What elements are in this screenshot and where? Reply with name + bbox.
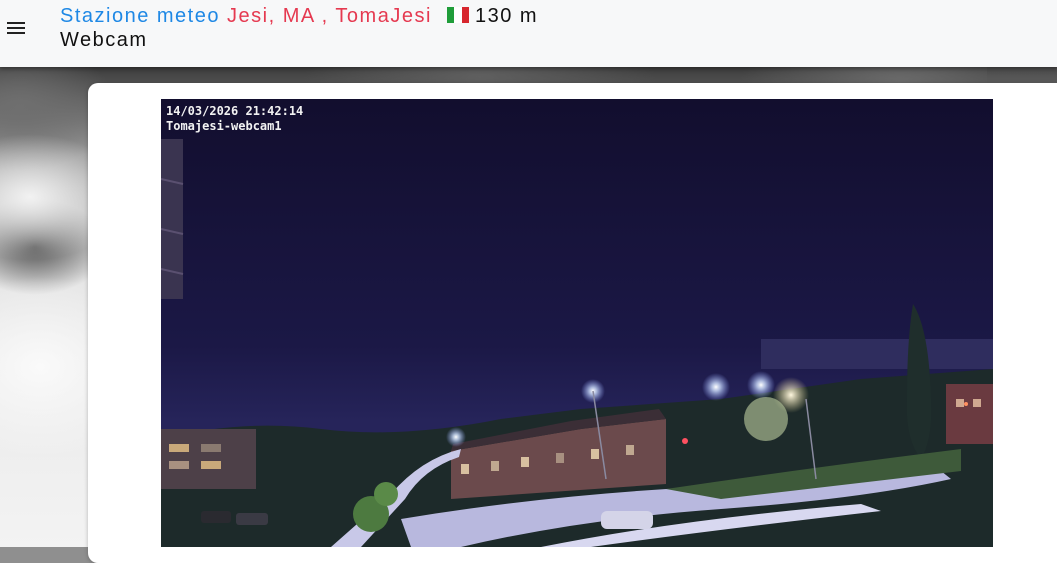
station-altitude: 130 m	[474, 5, 539, 27]
station-location: Jesi, MA , TomaJesi	[227, 5, 432, 27]
italy-flag-icon	[446, 5, 469, 23]
hamburger-menu-icon[interactable]	[6, 17, 29, 39]
page-subtitle: Webcam	[60, 29, 148, 51]
webcam-image: 14/03/2026 21:42:14 Tomajesi-webcam1	[161, 99, 993, 547]
page-title: Stazione meteo Jesi, MA , TomaJesi 130 m	[60, 4, 538, 28]
webcam-night-scene	[161, 99, 993, 547]
webcam-timestamp: 14/03/2026 21:42:14	[166, 104, 304, 118]
app-bar: Stazione meteo Jesi, MA , TomaJesi 130 m…	[0, 0, 1057, 67]
webcam-camera-name: Tomajesi-webcam1	[166, 119, 282, 133]
station-label: Stazione meteo	[60, 5, 220, 27]
